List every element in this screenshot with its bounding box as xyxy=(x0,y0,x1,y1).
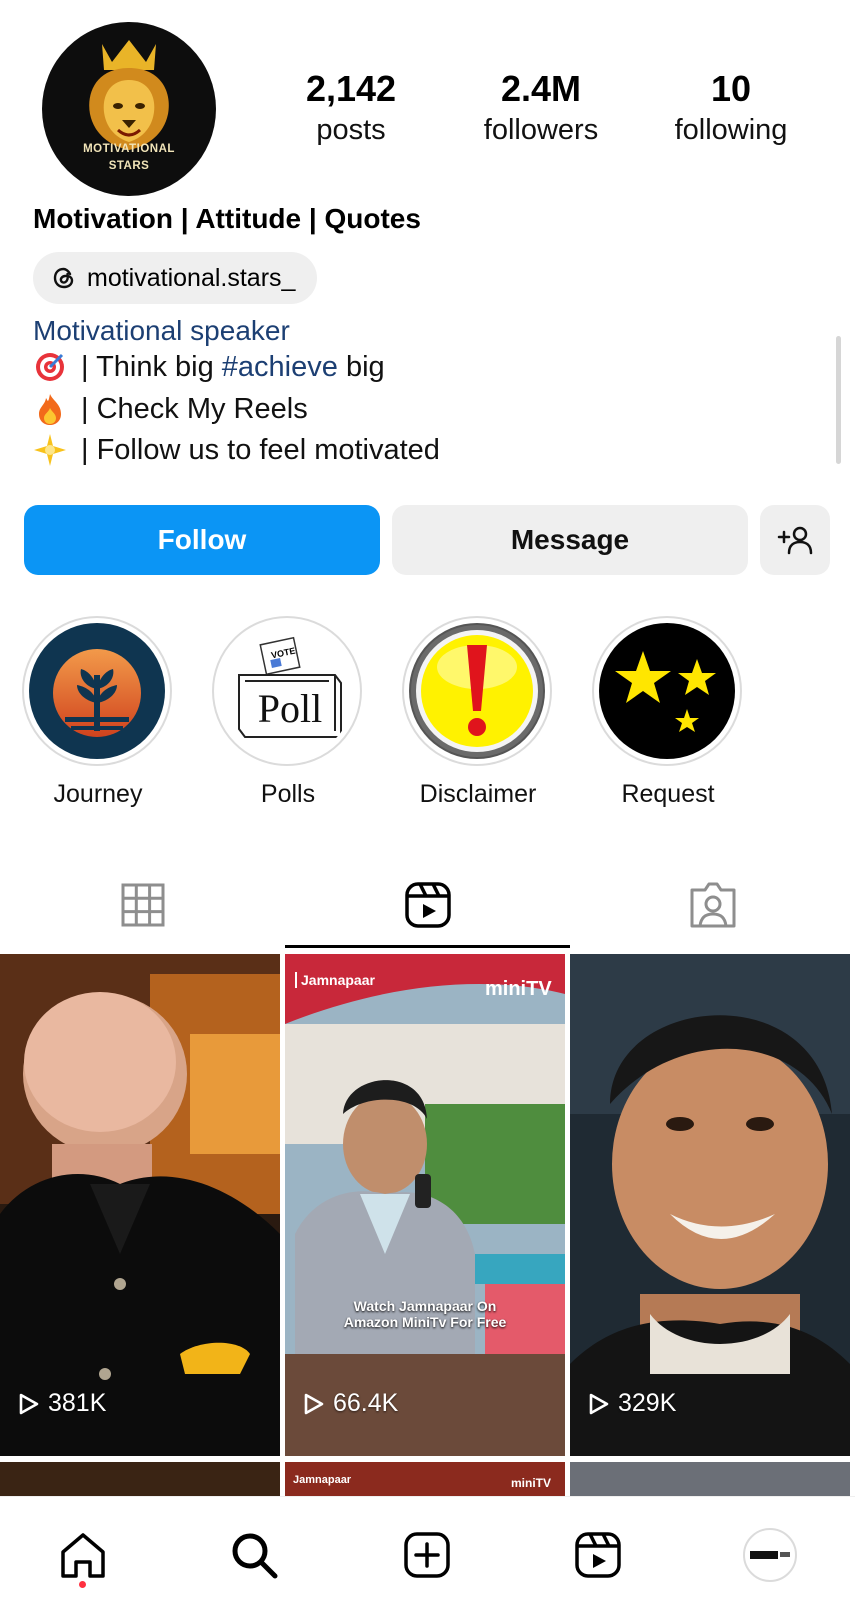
threads-icon xyxy=(51,265,77,291)
highlight-label-journey: Journey xyxy=(53,780,143,808)
reel-views-text: 329K xyxy=(618,1389,677,1417)
bio-text-3: | Follow us to feel motivated xyxy=(81,433,440,466)
reel-views-text: 66.4K xyxy=(333,1389,399,1417)
reel-tile[interactable]: 381K xyxy=(0,954,280,1456)
posts-stat[interactable]: 2,142 posts xyxy=(276,68,426,148)
highlight-journey[interactable]: Journey xyxy=(22,616,174,809)
journey-plant-icon xyxy=(29,623,165,759)
bio-text-2: | Check My Reels xyxy=(81,392,308,425)
follow-button[interactable]: Follow xyxy=(24,505,380,575)
nav-home[interactable] xyxy=(53,1525,113,1585)
highlight-disclaimer[interactable]: Disclaimer xyxy=(402,616,554,809)
bio-text-1: | Think big xyxy=(81,350,222,383)
profile-avatar-icon xyxy=(743,1528,797,1582)
poll-text: Poll xyxy=(257,686,323,731)
sparkle-emoji-icon xyxy=(33,433,67,467)
threads-link[interactable]: motivational.stars_ xyxy=(33,252,318,304)
minitv-logo: miniTV xyxy=(511,1476,552,1490)
reel-tile[interactable]: 329K xyxy=(570,954,850,1456)
reel-thumbnail xyxy=(285,954,565,1456)
notification-dot xyxy=(79,1581,86,1588)
suggested-accounts-button[interactable] xyxy=(760,505,830,575)
profile-category: Motivational speaker xyxy=(33,315,290,346)
following-stat[interactable]: 10 following xyxy=(656,68,806,148)
avatar-text-line1: MOTIVATIONAL xyxy=(83,143,175,155)
reel-thumbnail xyxy=(570,954,850,1456)
minitv-logo: miniTV xyxy=(485,978,552,1000)
highlight-polls[interactable]: VOTE Poll Polls xyxy=(212,616,364,809)
profile-avatar[interactable]: MOTIVATIONAL STARS xyxy=(42,22,216,196)
reel-view-count: 381K xyxy=(18,1389,106,1418)
exclamation-icon xyxy=(409,623,545,759)
bio-line-1: | Think big #achieve big xyxy=(33,350,385,384)
reel-view-count: 66.4K xyxy=(303,1389,398,1418)
home-icon xyxy=(61,1533,105,1578)
target-emoji-icon xyxy=(33,350,67,384)
posts-label: posts xyxy=(316,114,386,146)
bio-line-3: | Follow us to feel motivated xyxy=(33,433,440,467)
tab-posts-grid[interactable] xyxy=(0,870,285,940)
reel-thumbnail xyxy=(0,954,280,1456)
followers-count: 2.4M xyxy=(500,68,582,109)
bio-line-2: | Check My Reels xyxy=(33,392,308,426)
active-tab-indicator xyxy=(285,945,570,948)
posts-count: 2,142 xyxy=(305,68,397,109)
reel-caption: Watch Jamnapaar On Amazon MiniTv For Fre… xyxy=(343,1298,507,1330)
avatar-text-line2: STARS xyxy=(108,160,150,172)
reel-tile[interactable] xyxy=(570,1462,850,1496)
nav-reels[interactable] xyxy=(568,1525,628,1585)
reels-icon xyxy=(404,882,451,928)
bottom-navigation xyxy=(0,1496,855,1601)
nav-search[interactable] xyxy=(224,1525,284,1585)
tagged-icon xyxy=(690,882,735,928)
tab-tagged[interactable] xyxy=(570,870,855,940)
message-button[interactable]: Message xyxy=(392,505,748,575)
poll-box-icon: VOTE Poll xyxy=(219,623,355,759)
fire-emoji-icon xyxy=(33,392,67,426)
reel-tile[interactable] xyxy=(0,1462,280,1496)
add-person-icon xyxy=(777,526,813,555)
display-name: Motivation | Attitude | Quotes xyxy=(33,203,421,234)
following-label: following xyxy=(674,114,788,146)
reel-view-count: 329K xyxy=(588,1389,676,1418)
bio-text-1-end: big xyxy=(337,350,385,383)
highlight-label-request: Request xyxy=(621,780,715,808)
followers-stat[interactable]: 2.4M followers xyxy=(466,68,616,148)
scrollbar[interactable] xyxy=(836,336,841,464)
reel-views-text: 381K xyxy=(48,1389,107,1417)
play-icon xyxy=(589,1393,609,1414)
following-count: 10 xyxy=(710,68,752,109)
tab-reels[interactable] xyxy=(285,870,570,940)
highlight-label-disclaimer: Disclaimer xyxy=(419,780,537,808)
search-icon xyxy=(232,1533,278,1579)
reel-tile[interactable]: Jamnapaar miniTV Watch Jamnapaar On Amaz… xyxy=(285,954,565,1456)
followers-label: followers xyxy=(483,114,599,146)
play-icon xyxy=(19,1393,39,1414)
reel-brand-text: Jamnapaar xyxy=(293,1474,352,1486)
grid-icon xyxy=(121,883,164,927)
nav-create[interactable] xyxy=(397,1525,457,1585)
threads-handle: motivational.stars_ xyxy=(87,263,296,292)
create-icon xyxy=(404,1532,450,1578)
highlight-label-polls: Polls xyxy=(260,780,316,808)
reels-icon xyxy=(575,1532,621,1578)
reel-tile[interactable]: Jamnapaar miniTV xyxy=(285,1462,565,1496)
play-icon xyxy=(304,1393,324,1414)
stars-icon xyxy=(599,623,735,759)
highlight-request[interactable]: Request xyxy=(592,616,744,809)
reel-brand-text: Jamnapaar xyxy=(295,972,375,988)
hashtag-link[interactable]: #achieve xyxy=(222,351,338,384)
nav-profile[interactable] xyxy=(740,1525,800,1585)
